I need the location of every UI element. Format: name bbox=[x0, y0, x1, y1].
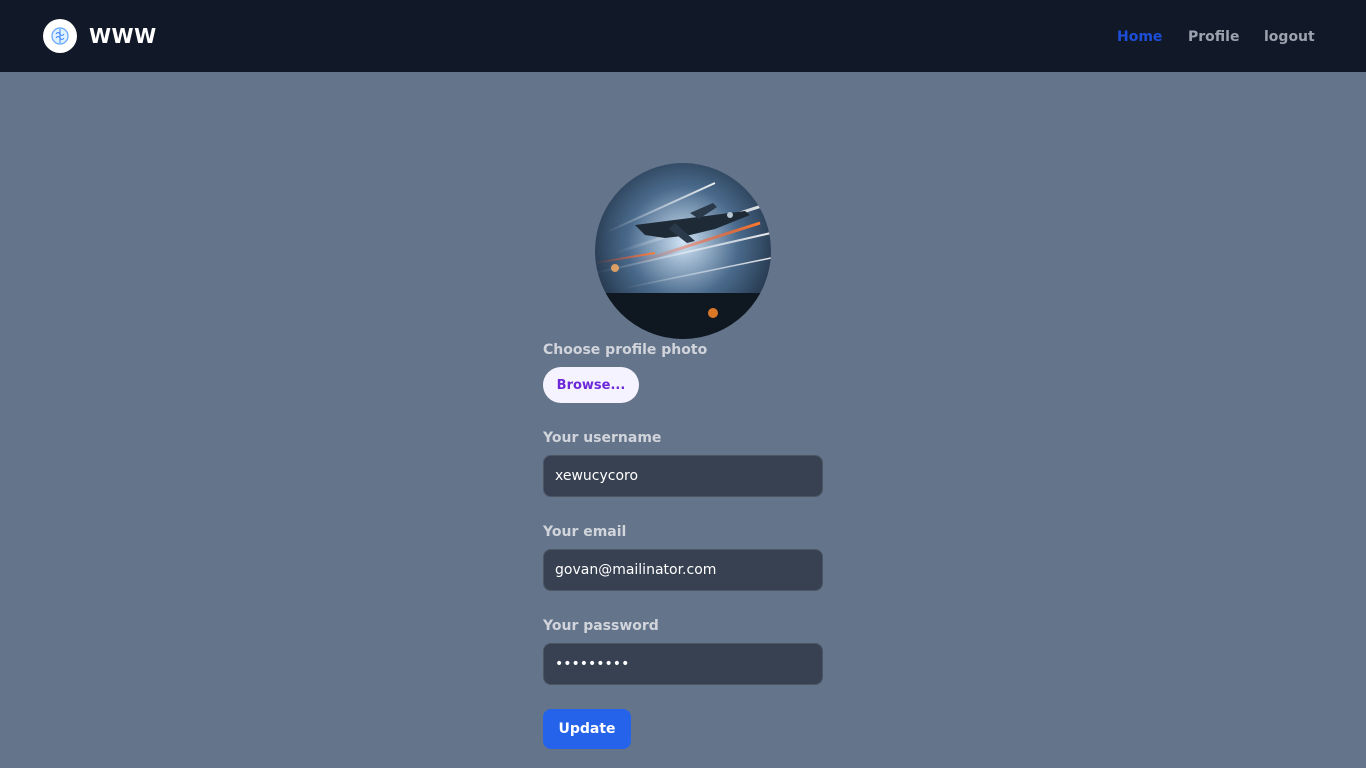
email-label: Your email bbox=[543, 524, 627, 540]
nav-link-logout[interactable]: logout bbox=[1264, 28, 1315, 46]
brand-name: WWW bbox=[89, 24, 157, 48]
username-label: Your username bbox=[543, 430, 662, 446]
avatar bbox=[595, 163, 771, 339]
nav-link-profile[interactable]: Profile bbox=[1188, 28, 1239, 46]
logo bbox=[43, 19, 77, 53]
nav-link-home[interactable]: Home bbox=[1117, 28, 1162, 46]
photo-label: Choose profile photo bbox=[543, 342, 708, 358]
avatar-image bbox=[595, 163, 771, 339]
password-input[interactable] bbox=[543, 643, 823, 685]
navbar: WWW Home Profile logout bbox=[0, 0, 1366, 72]
password-label: Your password bbox=[543, 618, 659, 634]
brain-icon bbox=[51, 27, 69, 45]
email-input[interactable] bbox=[543, 549, 823, 591]
username-input[interactable] bbox=[543, 455, 823, 497]
browse-button[interactable]: Browse... bbox=[543, 367, 639, 403]
update-button[interactable]: Update bbox=[543, 709, 631, 749]
brand[interactable]: WWW bbox=[43, 19, 157, 53]
